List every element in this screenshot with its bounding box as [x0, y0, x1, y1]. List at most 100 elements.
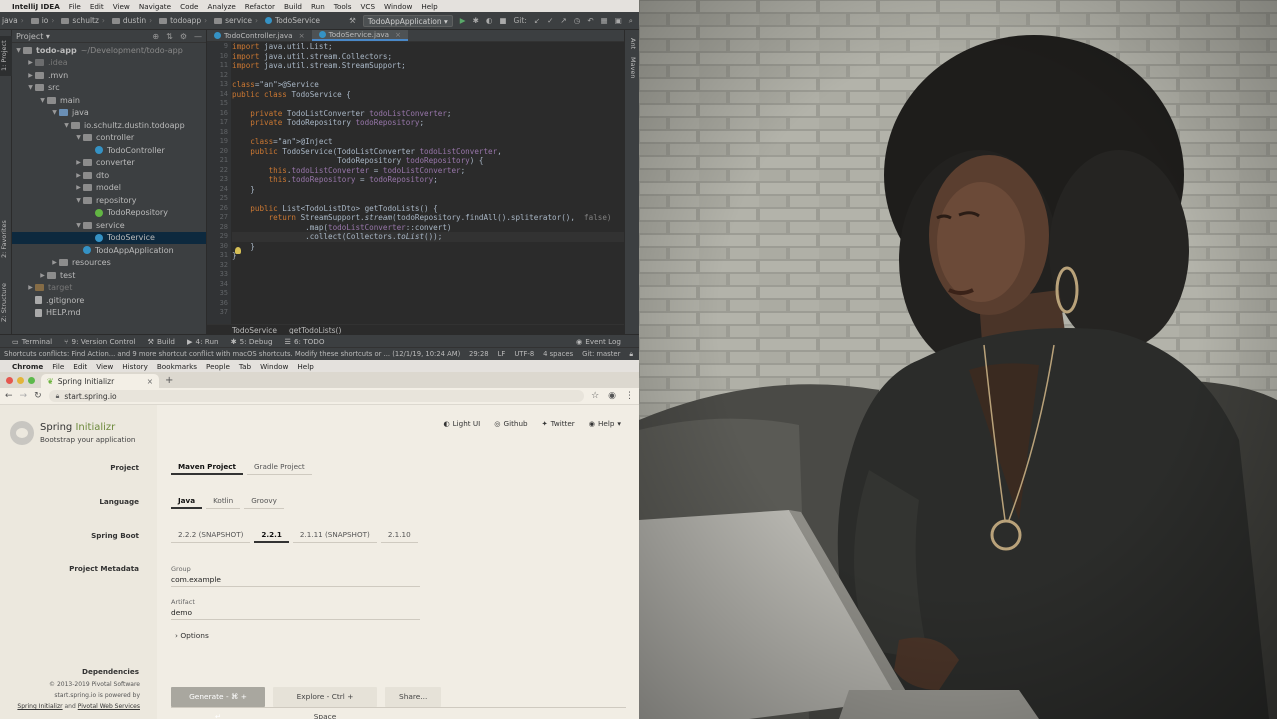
code-line[interactable]: } — [232, 242, 624, 252]
code-line[interactable]: } — [232, 251, 624, 261]
coverage-icon[interactable]: ◐ — [486, 16, 493, 25]
tab-structure-tool[interactable]: Z: Structure — [0, 278, 12, 328]
light-ui-toggle[interactable]: ◐ Light UI — [443, 419, 480, 428]
help-menu[interactable]: ◉ Help ▾ — [589, 419, 621, 428]
tree-item-main[interactable]: ▼ main — [12, 94, 206, 107]
menu-edit[interactable]: Edit — [90, 2, 104, 11]
structure-icon[interactable]: ▦ — [601, 16, 608, 25]
dependency-search-input[interactable] — [171, 707, 626, 708]
tree-item-converter[interactable]: ▶ converter — [12, 157, 206, 170]
tree-item-resources[interactable]: ▶ resources — [12, 257, 206, 270]
indent-setting[interactable]: 4 spaces — [543, 350, 573, 359]
menu-view[interactable]: View — [113, 2, 130, 11]
code-line[interactable]: private TodoListConverter todoListConver… — [232, 109, 624, 119]
menu-window[interactable]: Window — [384, 2, 412, 11]
code-line[interactable]: .collect(Collectors.toList()); — [232, 232, 624, 242]
close-window-icon[interactable] — [6, 376, 13, 384]
code-line[interactable]: } — [232, 185, 624, 195]
menu-code[interactable]: Code — [180, 2, 198, 11]
vcs-commit-icon[interactable]: ✓ — [547, 16, 553, 25]
tab-ant[interactable]: Ant — [627, 38, 637, 49]
bookmark-star-icon[interactable]: ☆ — [591, 391, 599, 401]
close-icon[interactable]: × — [395, 30, 401, 39]
tree-item-todorepository[interactable]: TodoRepository — [12, 207, 206, 220]
tool-version-control[interactable]: ⑂ 9: Version Control — [64, 337, 135, 346]
tree-item-gitignore[interactable]: .gitignore — [12, 294, 206, 307]
code-line[interactable]: .map(todoListConverter::convert) — [232, 223, 624, 233]
stop-icon[interactable]: ■ — [499, 16, 506, 25]
code-line[interactable]: public TodoService(TodoListConverter tod… — [232, 147, 624, 157]
tree-item-todo-app[interactable]: ▼ todo-app ~/Development/todo-app — [12, 44, 206, 57]
tool-build[interactable]: ⚒ Build — [147, 337, 175, 346]
browser-tab[interactable]: ❦ Spring Initializr × — [41, 374, 159, 388]
breadcrumb-io[interactable]: io › — [30, 16, 58, 25]
collapse-icon[interactable]: ⇅ — [166, 32, 173, 41]
close-icon[interactable]: × — [299, 31, 305, 40]
tool-run[interactable]: ▶ 4: Run — [187, 337, 219, 346]
close-icon[interactable]: × — [147, 377, 153, 386]
tree-item-dto[interactable]: ▶ dto — [12, 169, 206, 182]
tab-todoservice[interactable]: TodoService.java × — [311, 30, 409, 41]
address-bar[interactable]: 🔒︎ start.spring.io — [48, 390, 585, 402]
option-maven-project[interactable]: Maven Project — [171, 458, 243, 475]
tool-terminal[interactable]: ▭ Terminal — [12, 337, 52, 346]
code-line[interactable] — [232, 128, 624, 138]
code-line[interactable] — [232, 99, 624, 109]
menu-refactor[interactable]: Refactor — [245, 2, 275, 11]
tree-item-controller[interactable]: ▼ controller — [12, 132, 206, 145]
status-message[interactable]: Shortcuts conflicts: Find Action... and … — [4, 350, 460, 358]
option-kotlin[interactable]: Kotlin — [206, 492, 241, 509]
code-line[interactable] — [232, 194, 624, 204]
breadcrumb-todoservice[interactable]: TodoService — [264, 16, 320, 25]
tree-item-todocontroller[interactable]: TodoController — [12, 144, 206, 157]
menu-build[interactable]: Build — [284, 2, 302, 11]
zoom-window-icon[interactable] — [28, 376, 35, 384]
option-gradle-project[interactable]: Gradle Project — [246, 458, 312, 475]
option-2-2-1[interactable]: 2.2.1 — [254, 526, 289, 543]
menu-file[interactable]: File — [52, 362, 64, 371]
code-line[interactable]: import java.util.List; — [232, 42, 624, 52]
cursor-position[interactable]: 29:28 — [469, 350, 489, 359]
tree-item-target[interactable]: ▶ target — [12, 282, 206, 295]
menu-view[interactable]: View — [96, 362, 113, 371]
new-tab-button[interactable]: + — [165, 375, 173, 386]
breadcrumb-todoapp[interactable]: todoapp › — [159, 16, 210, 25]
profile-icon[interactable]: ◉ — [608, 391, 616, 401]
run-config-select[interactable]: TodoAppApplication ▾ — [362, 14, 453, 27]
back-icon[interactable]: ← — [5, 391, 13, 401]
pivotal-web-services-link[interactable]: Pivotal Web Services — [78, 703, 140, 710]
tree-item-package[interactable]: ▼ io.schultz.dustin.todoapp — [12, 119, 206, 132]
code-line[interactable]: import java.util.stream.StreamSupport; — [232, 61, 624, 71]
revert-icon[interactable]: ↶ — [587, 16, 593, 25]
hammer-icon[interactable]: ⚒ — [349, 16, 356, 25]
tree-item-idea[interactable]: ▶ .idea — [12, 57, 206, 70]
menu-bookmarks[interactable]: Bookmarks — [157, 362, 197, 371]
tab-maven[interactable]: Maven — [627, 57, 637, 79]
gear-icon[interactable]: ⚙ — [180, 32, 187, 41]
option-2-2-2-snapshot[interactable]: 2.2.2 (SNAPSHOT) — [171, 526, 251, 543]
tree-item-test[interactable]: ▶ test — [12, 269, 206, 282]
hide-icon[interactable]: — — [194, 32, 202, 41]
file-encoding[interactable]: UTF-8 — [514, 350, 534, 359]
run-icon[interactable]: ▶ — [460, 16, 466, 25]
code-line[interactable] — [232, 280, 624, 290]
tab-project-tool[interactable]: 1: Project — [0, 36, 12, 76]
menu-run[interactable]: Run — [311, 2, 325, 11]
option-groovy[interactable]: Groovy — [244, 492, 284, 509]
tree-item-service[interactable]: ▼ service — [12, 219, 206, 232]
group-input[interactable]: com.example — [171, 575, 420, 587]
app-menu[interactable]: IntelliJ IDEA — [12, 2, 60, 11]
code-line[interactable] — [232, 71, 624, 81]
tree-item-repository[interactable]: ▼ repository — [12, 194, 206, 207]
tree-item-java[interactable]: ▼ java — [12, 107, 206, 120]
menu-history[interactable]: History — [122, 362, 148, 371]
tab-favorites-tool[interactable]: 2: Favorites — [0, 214, 12, 264]
project-view-select[interactable]: Project ▾ — [16, 32, 50, 41]
history-icon[interactable]: ◷ — [574, 16, 581, 25]
menu-file[interactable]: File — [69, 2, 81, 11]
debug-icon[interactable]: ✱ — [473, 16, 479, 25]
share-button[interactable]: Share... — [385, 687, 442, 707]
settings-icon[interactable]: ▣ — [615, 16, 622, 25]
reload-icon[interactable]: ↻ — [34, 391, 42, 401]
menu-help[interactable]: Help — [421, 2, 437, 11]
